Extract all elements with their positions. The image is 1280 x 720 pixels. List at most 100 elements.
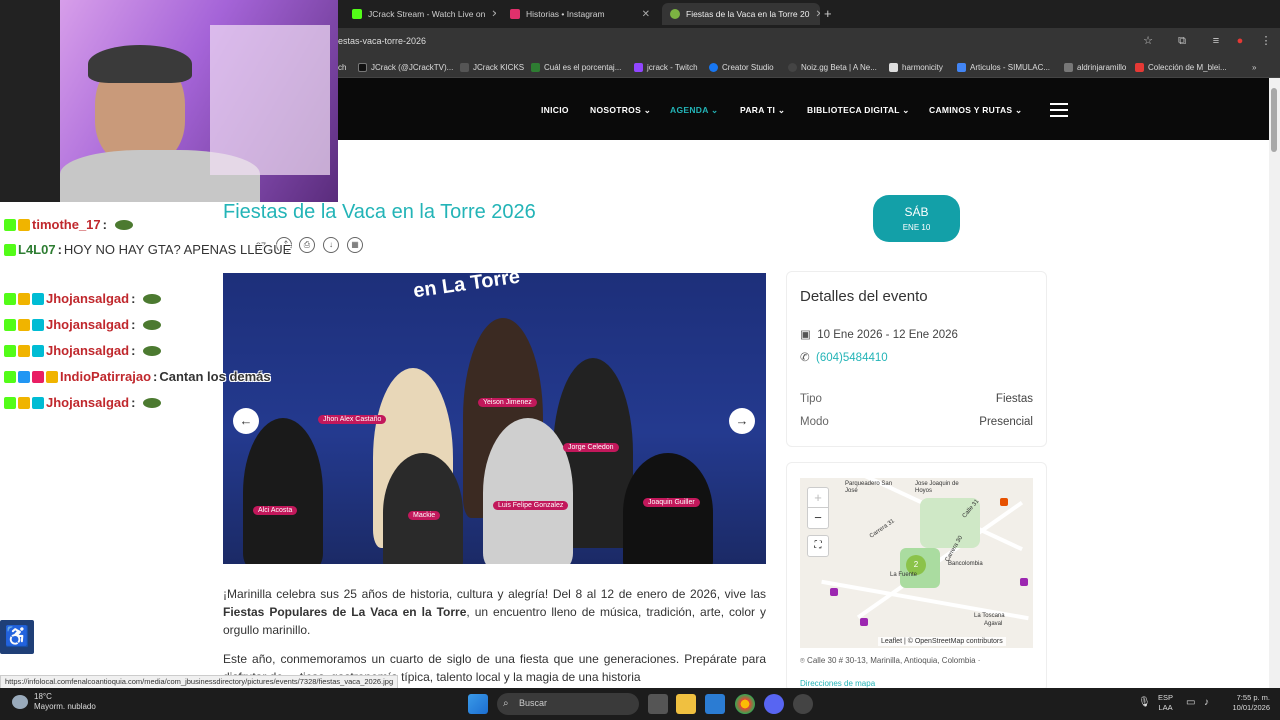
description-bold: Fiestas Populares de La Vaca en la Torre [223,605,467,619]
bookmarks-overflow-icon[interactable]: » [1252,58,1256,76]
event-address: ⌾ Calle 30 # 30-13, Marinilla, Antioquia… [800,656,981,665]
network-icon[interactable]: ▭ [1186,697,1195,708]
kick-badge-icon [4,292,16,305]
bookmark-item[interactable]: Creator Studio [709,58,774,76]
date-badge-date: ENE 10 [902,223,931,232]
nav-biblioteca-digital[interactable]: BIBLIOTECA DIGITAL ⌄ [807,105,910,116]
badge-icon [18,370,30,383]
chat-text: Cantan los demás [159,369,271,384]
mail-icon[interactable] [705,694,725,714]
url-field[interactable]: estas-vaca-torre-2026 [338,36,426,46]
artist-label: Jorge Celedon [563,443,619,452]
discord-icon[interactable] [764,694,784,714]
scrollbar-thumb[interactable] [1271,88,1277,152]
carousel-next-button[interactable]: → [729,408,755,434]
location-map[interactable]: 2 Parqueadero San José Jose Joaquin de H… [800,478,1033,648]
kick-badge-icon [4,396,16,409]
stream-chat: timothe_17 : L4L07 : HOY NO HAY GTA? APE… [0,190,338,420]
bookmark-item[interactable]: Articulos - SIMULAC... [957,58,1050,76]
hamburger-menu-icon[interactable] [1050,103,1068,117]
bookmark-item[interactable]: jcrack - Twitch [634,58,698,76]
calendar-add-icon[interactable]: ▦ [347,237,363,253]
emote-icon [143,293,162,304]
task-view-icon[interactable] [648,694,668,714]
map-attribution[interactable]: Leaflet | © OpenStreetMap contributors [878,637,1006,646]
artist-label: Joaquin Guiller [643,498,700,507]
file-explorer-icon[interactable] [676,694,696,714]
nav-agenda[interactable]: AGENDA ⌄ [670,105,718,116]
artist-label: Mackie [408,511,441,520]
tab-fiestas-vaca[interactable]: Fiestas de la Vaca en la Torre 20 ✕ [662,3,820,25]
bookmark-item[interactable]: JCrack KICKS [460,58,524,76]
windows-start-icon[interactable] [468,694,488,714]
microphone-icon[interactable]: 🎙 [1138,697,1151,708]
event-date-badge: SÁB ENE 10 [873,195,960,242]
bookmark-item[interactable]: Colección de M_blei... [1135,58,1227,76]
sub-badge-icon [18,344,30,357]
star-icon[interactable]: ☆ [1140,33,1156,49]
menu-list-icon[interactable]: ≡ [1208,33,1224,49]
settings-icon[interactable] [793,694,813,714]
artist-photo [483,418,573,564]
kick-badge-icon [4,318,16,331]
badge-icon [32,344,44,357]
microphone-arm [0,0,60,202]
chevron-down-icon: ⌄ [1015,105,1023,115]
map-label: La Toscana [974,613,1005,619]
nav-nosotros[interactable]: NOSOTROS ⌄ [590,105,651,116]
close-icon[interactable]: ✕ [642,9,650,20]
tab-title: JCrack Stream - Watch Live on [368,9,486,19]
fullscreen-icon[interactable]: ⛶ [807,535,829,557]
tipo-label: Tipo [800,393,822,405]
directions-link[interactable]: Direcciones de mapa [800,679,875,688]
language-indicator[interactable]: ESP LAA [1158,693,1173,713]
close-icon[interactable]: ✕ [491,9,496,20]
volume-icon[interactable]: ♪ [1204,697,1209,708]
map-label: Agaval [984,621,1003,627]
event-description: ¡Marinilla celebra sus 25 años de histor… [223,585,766,686]
details-phone[interactable]: ✆ (604)5484410 [800,350,888,364]
nav-inicio[interactable]: INICIO [541,105,569,115]
map-poi-icon[interactable] [1020,578,1028,586]
extensions-icon[interactable]: ⧉ [1174,33,1190,49]
accessibility-icon[interactable]: ♿ [0,620,34,654]
system-clock[interactable]: 7:55 p. m. 10/01/2026 [1220,693,1270,713]
artist-photo [623,453,713,564]
bookmark-item[interactable]: JCrack (@JCrackTV)... [358,58,453,76]
streamer-cap [88,45,192,83]
chat-username: Jhojansalgad [46,317,130,332]
bookmark-item[interactable]: aldrinjaramillo [1064,58,1126,76]
emote-icon [114,219,133,230]
bookmark-item[interactable]: harmonicity [889,58,943,76]
nav-para-ti[interactable]: PARA TI ⌄ [740,105,785,116]
page-scrollbar[interactable] [1269,78,1280,688]
zoom-in-button[interactable]: + [808,488,828,508]
close-icon[interactable]: ✕ [815,9,820,20]
profile-icon[interactable]: ● [1232,33,1248,49]
bookmark-item[interactable]: Noiz.gg Beta | A Ne... [788,58,877,76]
bookmark-item[interactable]: Cuál es el porcentaj... [531,58,621,76]
chat-message: IndioPatirrajao : Cantan los demás [4,369,271,384]
map-label: Bancolombia [948,561,983,567]
cloud-icon [12,695,28,709]
bookmark-item[interactable]: ch [338,58,346,76]
chrome-icon[interactable] [735,694,755,714]
facebook-icon [709,62,718,72]
badge-icon [32,318,44,331]
folder-icon [1064,62,1073,72]
taskbar-search[interactable]: Buscar [497,693,639,715]
more-vert-icon[interactable]: ⋮ [1258,33,1274,49]
tab-instagram[interactable]: Historias • Instagram ✕ [502,3,658,25]
zoom-out-button[interactable]: − [808,508,828,528]
map-poi-icon[interactable] [1000,498,1008,506]
chat-username: Jhojansalgad [46,395,130,410]
kick-badge-icon [4,243,16,256]
tab-jcrack-stream[interactable]: JCrack Stream - Watch Live on ✕ [344,3,496,25]
instagram-icon [510,9,520,19]
map-poi-icon[interactable] [860,618,868,626]
harmonicity-icon [889,62,898,72]
chat-message: timothe_17 : [4,217,133,232]
nav-caminos-y-rutas[interactable]: CAMINOS Y RUTAS ⌄ [929,105,1022,116]
map-poi-icon[interactable] [830,588,838,596]
new-tab-button[interactable]: + [824,6,832,21]
